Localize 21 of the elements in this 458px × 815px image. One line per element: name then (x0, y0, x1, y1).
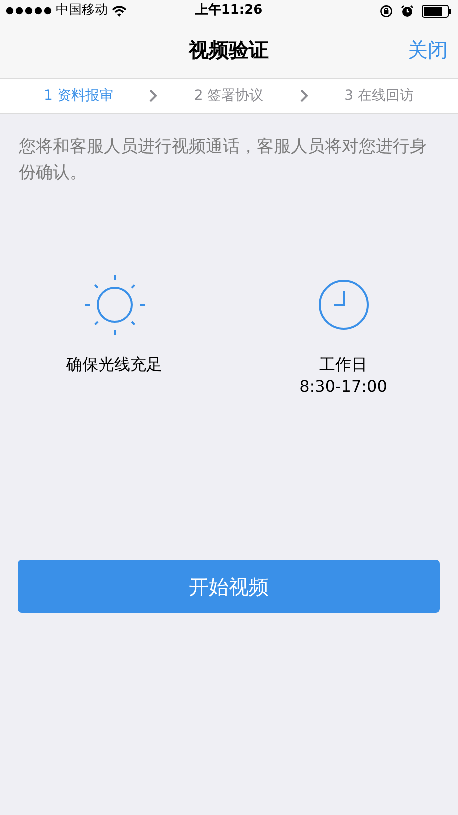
start-video-button[interactable]: 开始视频 (18, 560, 440, 613)
step-tab[interactable]: 1 资料报审 (44, 86, 114, 106)
tip-title: 工作日 (320, 354, 368, 376)
tip-hours: 8:30-17:00 (300, 376, 388, 398)
carrier-name: 中国移动 (56, 2, 108, 20)
step-tab[interactable]: 3 在线回访 (344, 86, 414, 106)
close-button[interactable]: 关闭 (408, 35, 448, 65)
signal-icon (6, 7, 52, 15)
battery-icon (422, 4, 452, 18)
chevron-icon (300, 89, 309, 103)
status-time: 上午11:26 (195, 2, 263, 20)
wifi-icon (112, 6, 127, 16)
rotation-lock-icon (380, 4, 394, 18)
tip-title: 确保光线充足 (66, 354, 162, 376)
sun-icon (84, 274, 146, 336)
intro-text: 您将和客服人员进行视频通话，客服人员将对您进行身份确认。 (18, 136, 428, 185)
page-title: 视频验证 (189, 37, 269, 64)
step-tab[interactable]: 2 签署协议 (194, 86, 264, 106)
clock-icon (318, 279, 370, 331)
alarm-icon (401, 4, 414, 18)
chevron-icon (149, 89, 158, 103)
